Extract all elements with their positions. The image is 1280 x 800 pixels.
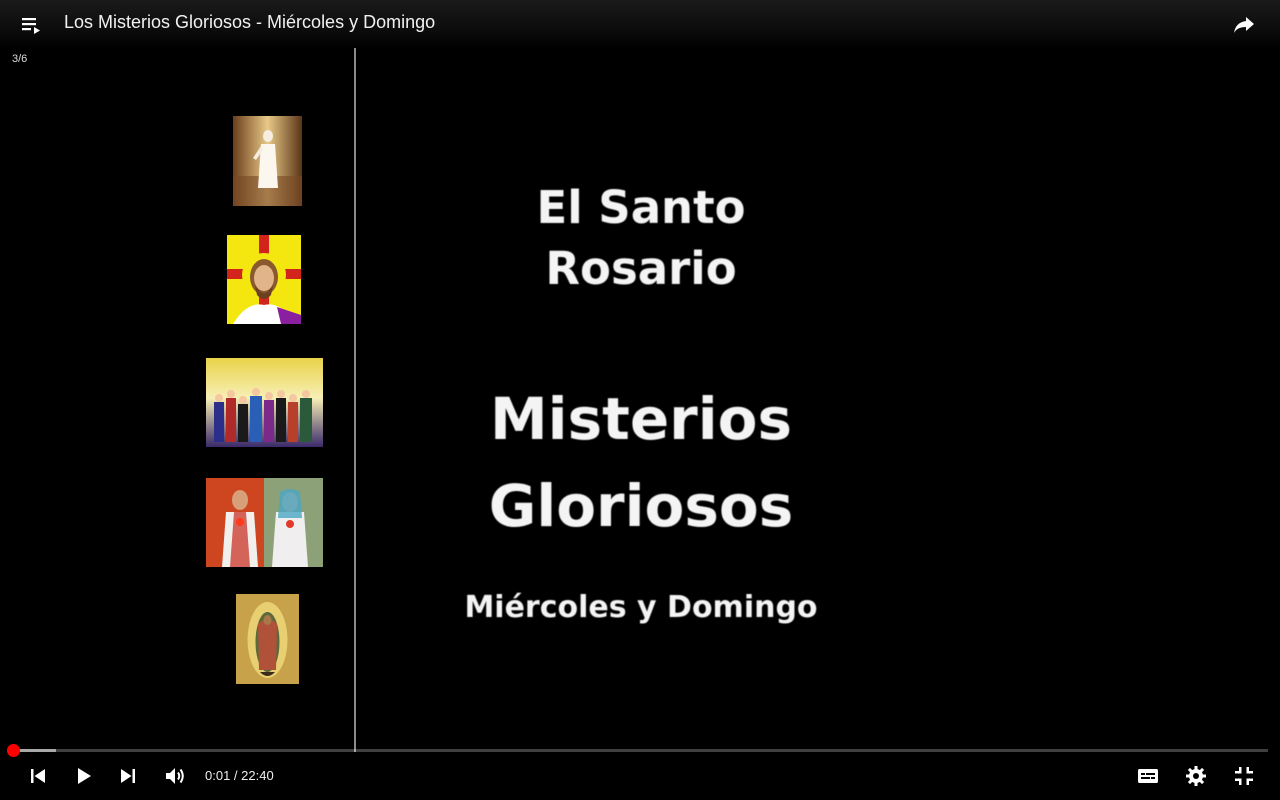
slide-mysteries-line1: Misterios bbox=[489, 385, 793, 453]
play-icon[interactable] bbox=[72, 764, 96, 788]
previous-icon[interactable] bbox=[26, 764, 50, 788]
pentecost-image bbox=[206, 358, 323, 447]
slide-counter: 3/6 bbox=[12, 53, 28, 65]
duration: 22:40 bbox=[241, 768, 274, 783]
slide-heading-line1: El Santo bbox=[536, 181, 746, 234]
captions-icon[interactable] bbox=[1136, 764, 1160, 788]
guadalupe-image bbox=[236, 594, 299, 684]
volume-icon[interactable] bbox=[163, 764, 187, 788]
top-bar: Los Misterios Gloriosos - Miércoles y Do… bbox=[0, 0, 1280, 48]
video-title: Los Misterios Gloriosos - Miércoles y Do… bbox=[64, 12, 436, 32]
slide-heading-line2: Rosario bbox=[545, 242, 737, 295]
exit-fullscreen-icon[interactable] bbox=[1232, 764, 1256, 788]
slide-days: Miércoles y Domingo bbox=[464, 590, 818, 625]
resurrection-image bbox=[233, 116, 302, 206]
next-icon[interactable] bbox=[116, 764, 140, 788]
playlist-icon[interactable] bbox=[20, 14, 42, 36]
share-icon[interactable] bbox=[1232, 12, 1256, 36]
settings-icon[interactable] bbox=[1184, 764, 1208, 788]
progress-scrubber[interactable] bbox=[7, 744, 20, 757]
time-display: 0:01 / 22:40 bbox=[205, 768, 274, 783]
slide-mysteries-line2: Gloriosos bbox=[488, 472, 794, 540]
current-time: 0:01 bbox=[205, 768, 231, 783]
progress-bar[interactable] bbox=[12, 749, 1268, 752]
time-separator: / bbox=[230, 768, 242, 783]
sacred-hearts-image bbox=[206, 478, 323, 567]
jesus-halo-image bbox=[227, 235, 301, 324]
